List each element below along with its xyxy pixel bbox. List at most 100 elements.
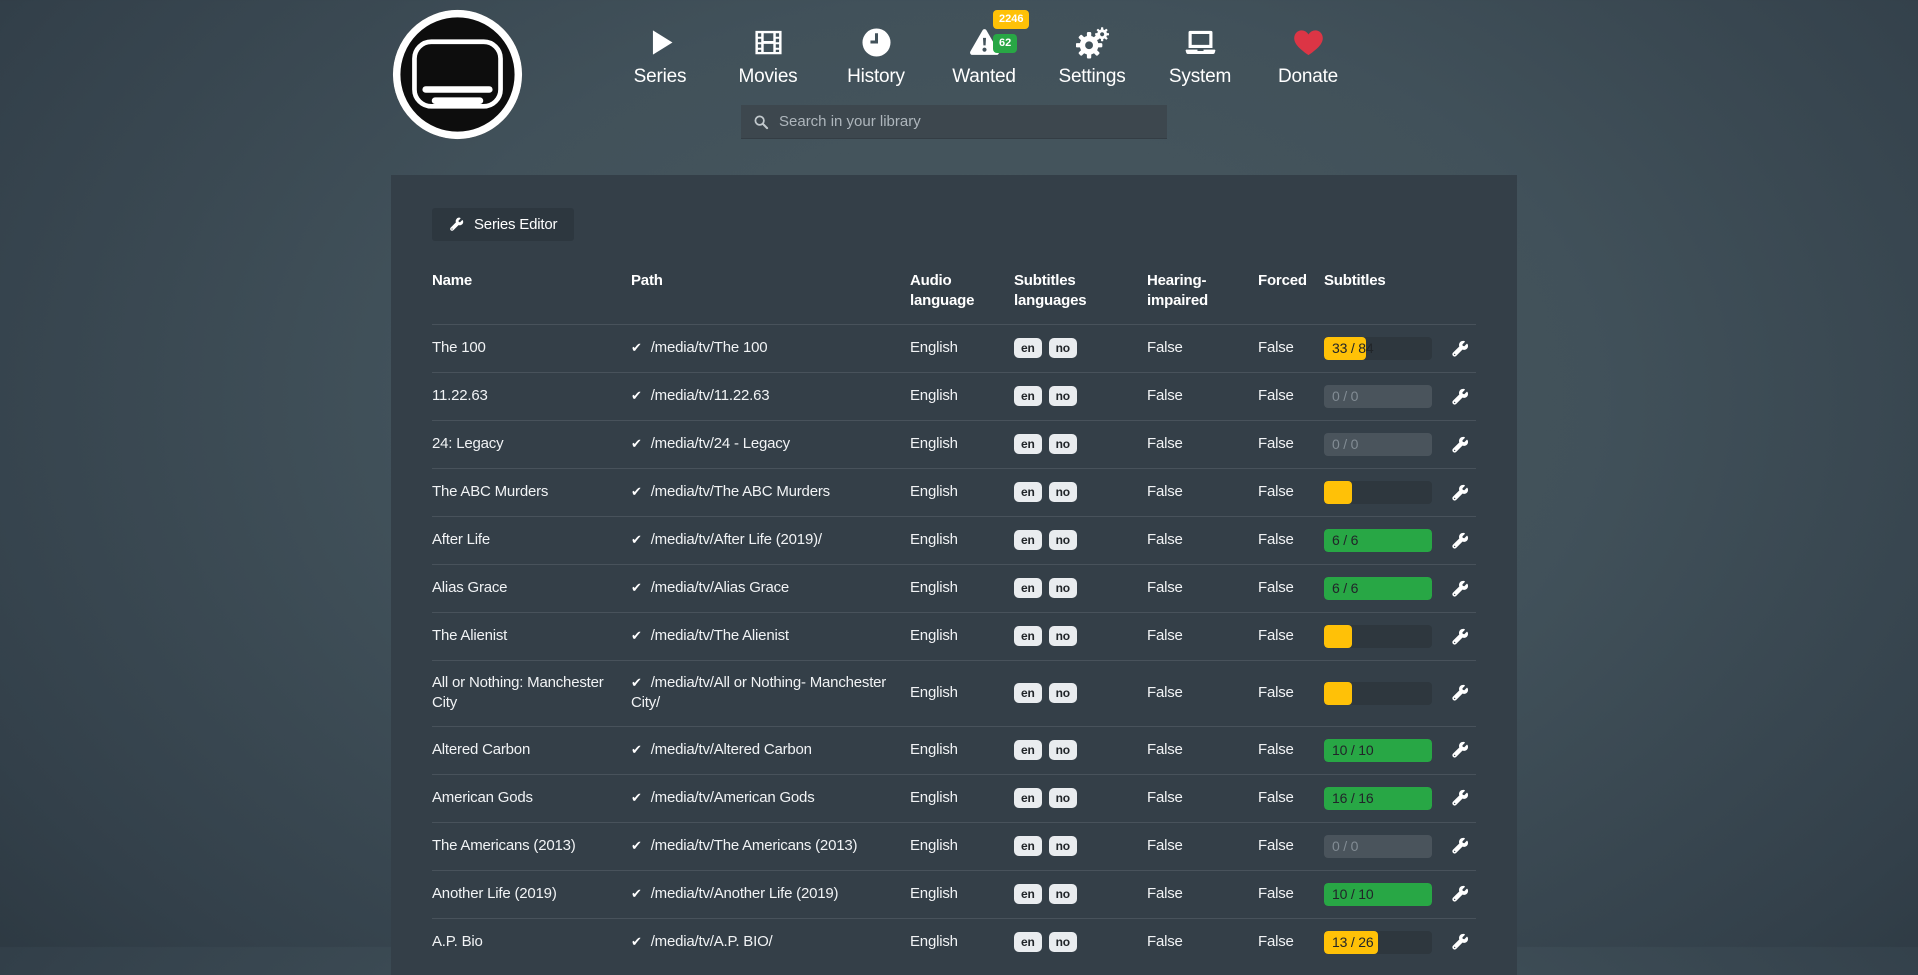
series-path-cell: ✔/media/tv/The Alienist xyxy=(631,626,910,646)
subtitles-progress-bar: 16 / 16 xyxy=(1324,787,1432,810)
series-name-link[interactable]: Another Life (2019) xyxy=(432,884,631,904)
series-name-link[interactable]: All or Nothing: Manchester City xyxy=(432,673,631,714)
edit-series-wrench-icon[interactable] xyxy=(1451,628,1469,646)
hearing-impaired-value: False xyxy=(1147,836,1258,856)
forced-value: False xyxy=(1258,932,1324,952)
series-name-link[interactable]: 11.22.63 xyxy=(432,386,631,406)
series-path: /media/tv/The 100 xyxy=(651,339,768,356)
nav-item-settings[interactable]: Settings xyxy=(1038,16,1146,88)
series-name-link[interactable]: Alias Grace xyxy=(432,578,631,598)
subtitles-progress-bar: 10 / 10 xyxy=(1324,739,1432,762)
wanted-series-count-badge: 2246 xyxy=(993,10,1029,29)
check-icon: ✔ xyxy=(631,485,642,500)
series-name-link[interactable]: American Gods xyxy=(432,788,631,808)
subtitles-progress-bar xyxy=(1324,481,1432,504)
table-row: Altered Carbon ✔/media/tv/Altered Carbon… xyxy=(432,726,1476,774)
subtitle-languages-cell: enno xyxy=(1014,683,1147,703)
search-input[interactable] xyxy=(741,105,1167,138)
language-badge: no xyxy=(1049,482,1077,502)
subtitle-languages-cell: enno xyxy=(1014,932,1147,952)
subtitles-progress-bar: 0 / 0 xyxy=(1324,433,1432,456)
progress-label: 0 / 0 xyxy=(1332,835,1358,858)
series-path: /media/tv/The Alienist xyxy=(651,627,789,644)
language-badge: no xyxy=(1049,932,1077,952)
table-row: A.P. Bio ✔/media/tv/A.P. BIO/ English en… xyxy=(432,918,1476,966)
series-name-link[interactable]: A.P. Bio xyxy=(432,932,631,952)
progress-label: 10 / 10 xyxy=(1332,883,1373,906)
subtitles-progress-bar: 10 / 10 xyxy=(1324,883,1432,906)
edit-series-wrench-icon[interactable] xyxy=(1451,837,1469,855)
series-path-cell: ✔/media/tv/After Life (2019)/ xyxy=(631,530,910,550)
subtitle-languages-cell: enno xyxy=(1014,338,1147,358)
series-name-link[interactable]: The Americans (2013) xyxy=(432,836,631,856)
edit-series-wrench-icon[interactable] xyxy=(1451,388,1469,406)
progress-label: 16 / 16 xyxy=(1332,787,1373,810)
check-icon: ✔ xyxy=(631,341,642,356)
edit-series-wrench-icon[interactable] xyxy=(1451,436,1469,454)
series-path: /media/tv/The ABC Murders xyxy=(651,483,830,500)
hearing-impaired-value: False xyxy=(1147,884,1258,904)
nav-item-history[interactable]: History xyxy=(822,16,930,88)
hearing-impaired-value: False xyxy=(1147,626,1258,646)
series-path: /media/tv/Alias Grace xyxy=(651,579,789,596)
subtitles-progress-bar: 0 / 0 xyxy=(1324,835,1432,858)
series-name-link[interactable]: Altered Carbon xyxy=(432,740,631,760)
series-path: /media/tv/American Gods xyxy=(651,789,815,806)
series-editor-button[interactable]: Series Editor xyxy=(432,208,574,241)
edit-series-wrench-icon[interactable] xyxy=(1451,684,1469,702)
language-badge: no xyxy=(1049,338,1077,358)
clock-icon xyxy=(860,26,893,59)
nav-item-series[interactable]: Series xyxy=(606,16,714,88)
audio-language-value: English xyxy=(910,788,1014,808)
wanted-badges: 2246 62 xyxy=(993,10,1029,53)
table-row: 24: Legacy ✔/media/tv/24 - Legacy Englis… xyxy=(432,420,1476,468)
edit-series-wrench-icon[interactable] xyxy=(1451,741,1469,759)
nav-label: Movies xyxy=(739,66,798,88)
forced-value: False xyxy=(1258,884,1324,904)
subtitles-progress-bar xyxy=(1324,625,1432,648)
series-path-cell: ✔ /media/tv/The 100 xyxy=(631,338,910,358)
language-badge: en xyxy=(1014,482,1042,502)
language-badge: en xyxy=(1014,740,1042,760)
nav-item-movies[interactable]: Movies xyxy=(714,16,822,88)
edit-series-wrench-icon[interactable] xyxy=(1451,484,1469,502)
series-editor-label: Series Editor xyxy=(474,216,557,233)
progress-fill xyxy=(1324,481,1352,504)
series-name-link[interactable]: The 100 xyxy=(432,338,631,358)
edit-series-wrench-icon[interactable] xyxy=(1451,340,1469,358)
forced-value: False xyxy=(1258,482,1324,502)
header-path: Path xyxy=(631,271,910,310)
edit-series-wrench-icon[interactable] xyxy=(1451,933,1469,951)
series-path: /media/tv/A.P. BIO/ xyxy=(651,933,773,950)
language-badge: en xyxy=(1014,626,1042,646)
series-path-cell: ✔/media/tv/Another Life (2019) xyxy=(631,884,910,904)
forced-value: False xyxy=(1258,626,1324,646)
table-row: The Alienist ✔/media/tv/The Alienist Eng… xyxy=(432,612,1476,660)
series-name-link[interactable]: The ABC Murders xyxy=(432,482,631,502)
series-path: /media/tv/The Americans (2013) xyxy=(651,837,858,854)
progress-label: 13 / 26 xyxy=(1332,931,1373,954)
nav-item-system[interactable]: System xyxy=(1146,16,1254,88)
language-badge: en xyxy=(1014,836,1042,856)
series-name-link[interactable]: After Life xyxy=(432,530,631,550)
nav-item-wanted[interactable]: Wanted 2246 62 xyxy=(930,16,1038,88)
edit-series-wrench-icon[interactable] xyxy=(1451,580,1469,598)
table-row: The ABC Murders ✔ /media/tv/The ABC Murde… xyxy=(432,468,1476,516)
progress-label: 10 / 10 xyxy=(1332,739,1373,762)
progress-label: 0 / 0 xyxy=(1332,433,1358,456)
bazarr-logo[interactable] xyxy=(392,9,523,144)
check-icon: ✔ xyxy=(631,791,642,806)
header-audio-language: Audio language xyxy=(910,271,1014,310)
nav-item-donate[interactable]: Donate xyxy=(1254,16,1362,88)
forced-value: False xyxy=(1258,578,1324,598)
series-name-link[interactable]: The Alienist xyxy=(432,626,631,646)
series-path-cell: ✔/media/tv/Altered Carbon xyxy=(631,740,910,760)
edit-series-wrench-icon[interactable] xyxy=(1451,789,1469,807)
wrench-icon xyxy=(449,217,464,232)
nav-label: Donate xyxy=(1278,66,1338,88)
series-name-link[interactable]: 24: Legacy xyxy=(432,434,631,454)
edit-series-wrench-icon[interactable] xyxy=(1451,885,1469,903)
subtitles-progress-bar: 6 / 6 xyxy=(1324,529,1432,552)
edit-series-wrench-icon[interactable] xyxy=(1451,532,1469,550)
subtitles-progress-bar: 13 / 26 xyxy=(1324,931,1432,954)
